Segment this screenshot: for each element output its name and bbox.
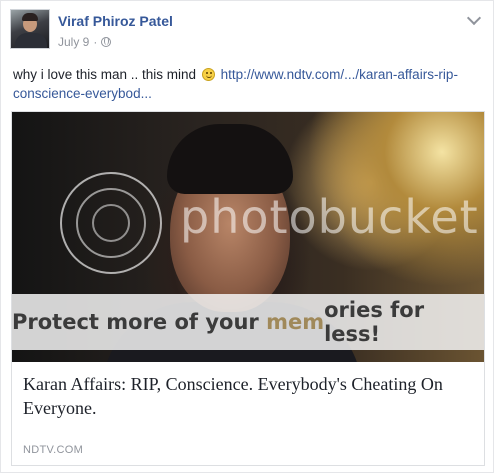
post-text-body: why i love this man .. this mind [13, 67, 197, 82]
card-source: NDTV.COM [23, 444, 84, 456]
facebook-post: Viraf Phiroz Patel July 9 · why i love t… [0, 0, 494, 473]
photo-hair [167, 124, 293, 194]
meta-separator: · [93, 35, 98, 49]
avatar-hair [22, 13, 38, 21]
smiley-icon [201, 68, 215, 81]
globe-icon[interactable] [101, 37, 112, 47]
link-preview-card[interactable]: photobucket Protect more of your mem orie… [11, 111, 485, 466]
watermark-brand: photobucket [180, 190, 479, 244]
banner-text-highlight: mem [266, 310, 325, 334]
preview-image[interactable]: photobucket Protect more of your mem orie… [12, 112, 484, 362]
avatar[interactable] [10, 9, 50, 49]
card-title[interactable]: Karan Affairs: RIP, Conscience. Everybod… [23, 372, 473, 420]
author-name[interactable]: Viraf Phiroz Patel [58, 13, 173, 29]
watermark-banner: Protect more of your mem ories for less! [12, 294, 484, 350]
post-date[interactable]: July 9 [58, 35, 89, 49]
banner-text-1: Protect more of your [12, 310, 267, 334]
post-text: why i love this man .. this mind http://… [13, 65, 483, 103]
avatar-shirt [15, 33, 47, 48]
photobucket-logo-icon [60, 172, 162, 274]
chevron-down-icon[interactable] [466, 10, 482, 26]
post-meta: July 9 · [58, 35, 112, 49]
banner-text-2: ories for less! [324, 298, 425, 346]
